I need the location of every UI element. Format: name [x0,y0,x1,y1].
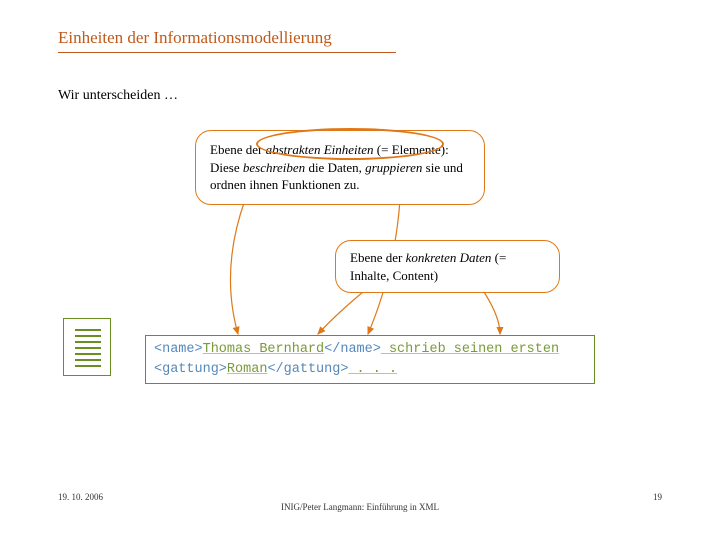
b1-em2: beschreiben [243,160,305,175]
footer-attribution: INIG/Peter Langmann: Einführung in XML [0,502,720,512]
footer-date: 19. 10. 2006 [58,492,103,502]
intro-text: Wir unterscheiden … [58,88,178,104]
b1-t3: die Daten, [305,160,365,175]
footer-page-number: 19 [653,492,662,502]
tag-name-open: <name> [154,342,203,357]
tag-gattung-close: </gattung> [267,362,348,377]
text-tail: . . . [348,362,397,377]
text-gattung: Roman [227,362,268,377]
b2-t1: Ebene der [350,250,406,265]
text-mid: schrieb seinen ersten [381,342,559,357]
b2-em1: konkreten Daten [406,250,492,265]
bubble-abstract-units: Ebene der abstrakten Einheiten (= Elemen… [195,130,485,205]
document-icon [63,318,111,376]
b1-em1: abstrakten Einheiten [266,142,374,157]
tag-gattung-open: <gattung> [154,362,227,377]
tag-name-close: </name> [324,342,381,357]
page-title: Einheiten der Informationsmodellierung [58,28,332,48]
bubble-concrete-data: Ebene der konkreten Daten (= Inhalte, Co… [335,240,560,293]
text-name: Thomas Bernhard [203,342,325,357]
b1-t1: Ebene der [210,142,266,157]
b1-em3: gruppieren [365,160,422,175]
xml-example: <name>Thomas Bernhard</name> schrieb sei… [145,335,595,384]
title-underline [58,52,396,53]
